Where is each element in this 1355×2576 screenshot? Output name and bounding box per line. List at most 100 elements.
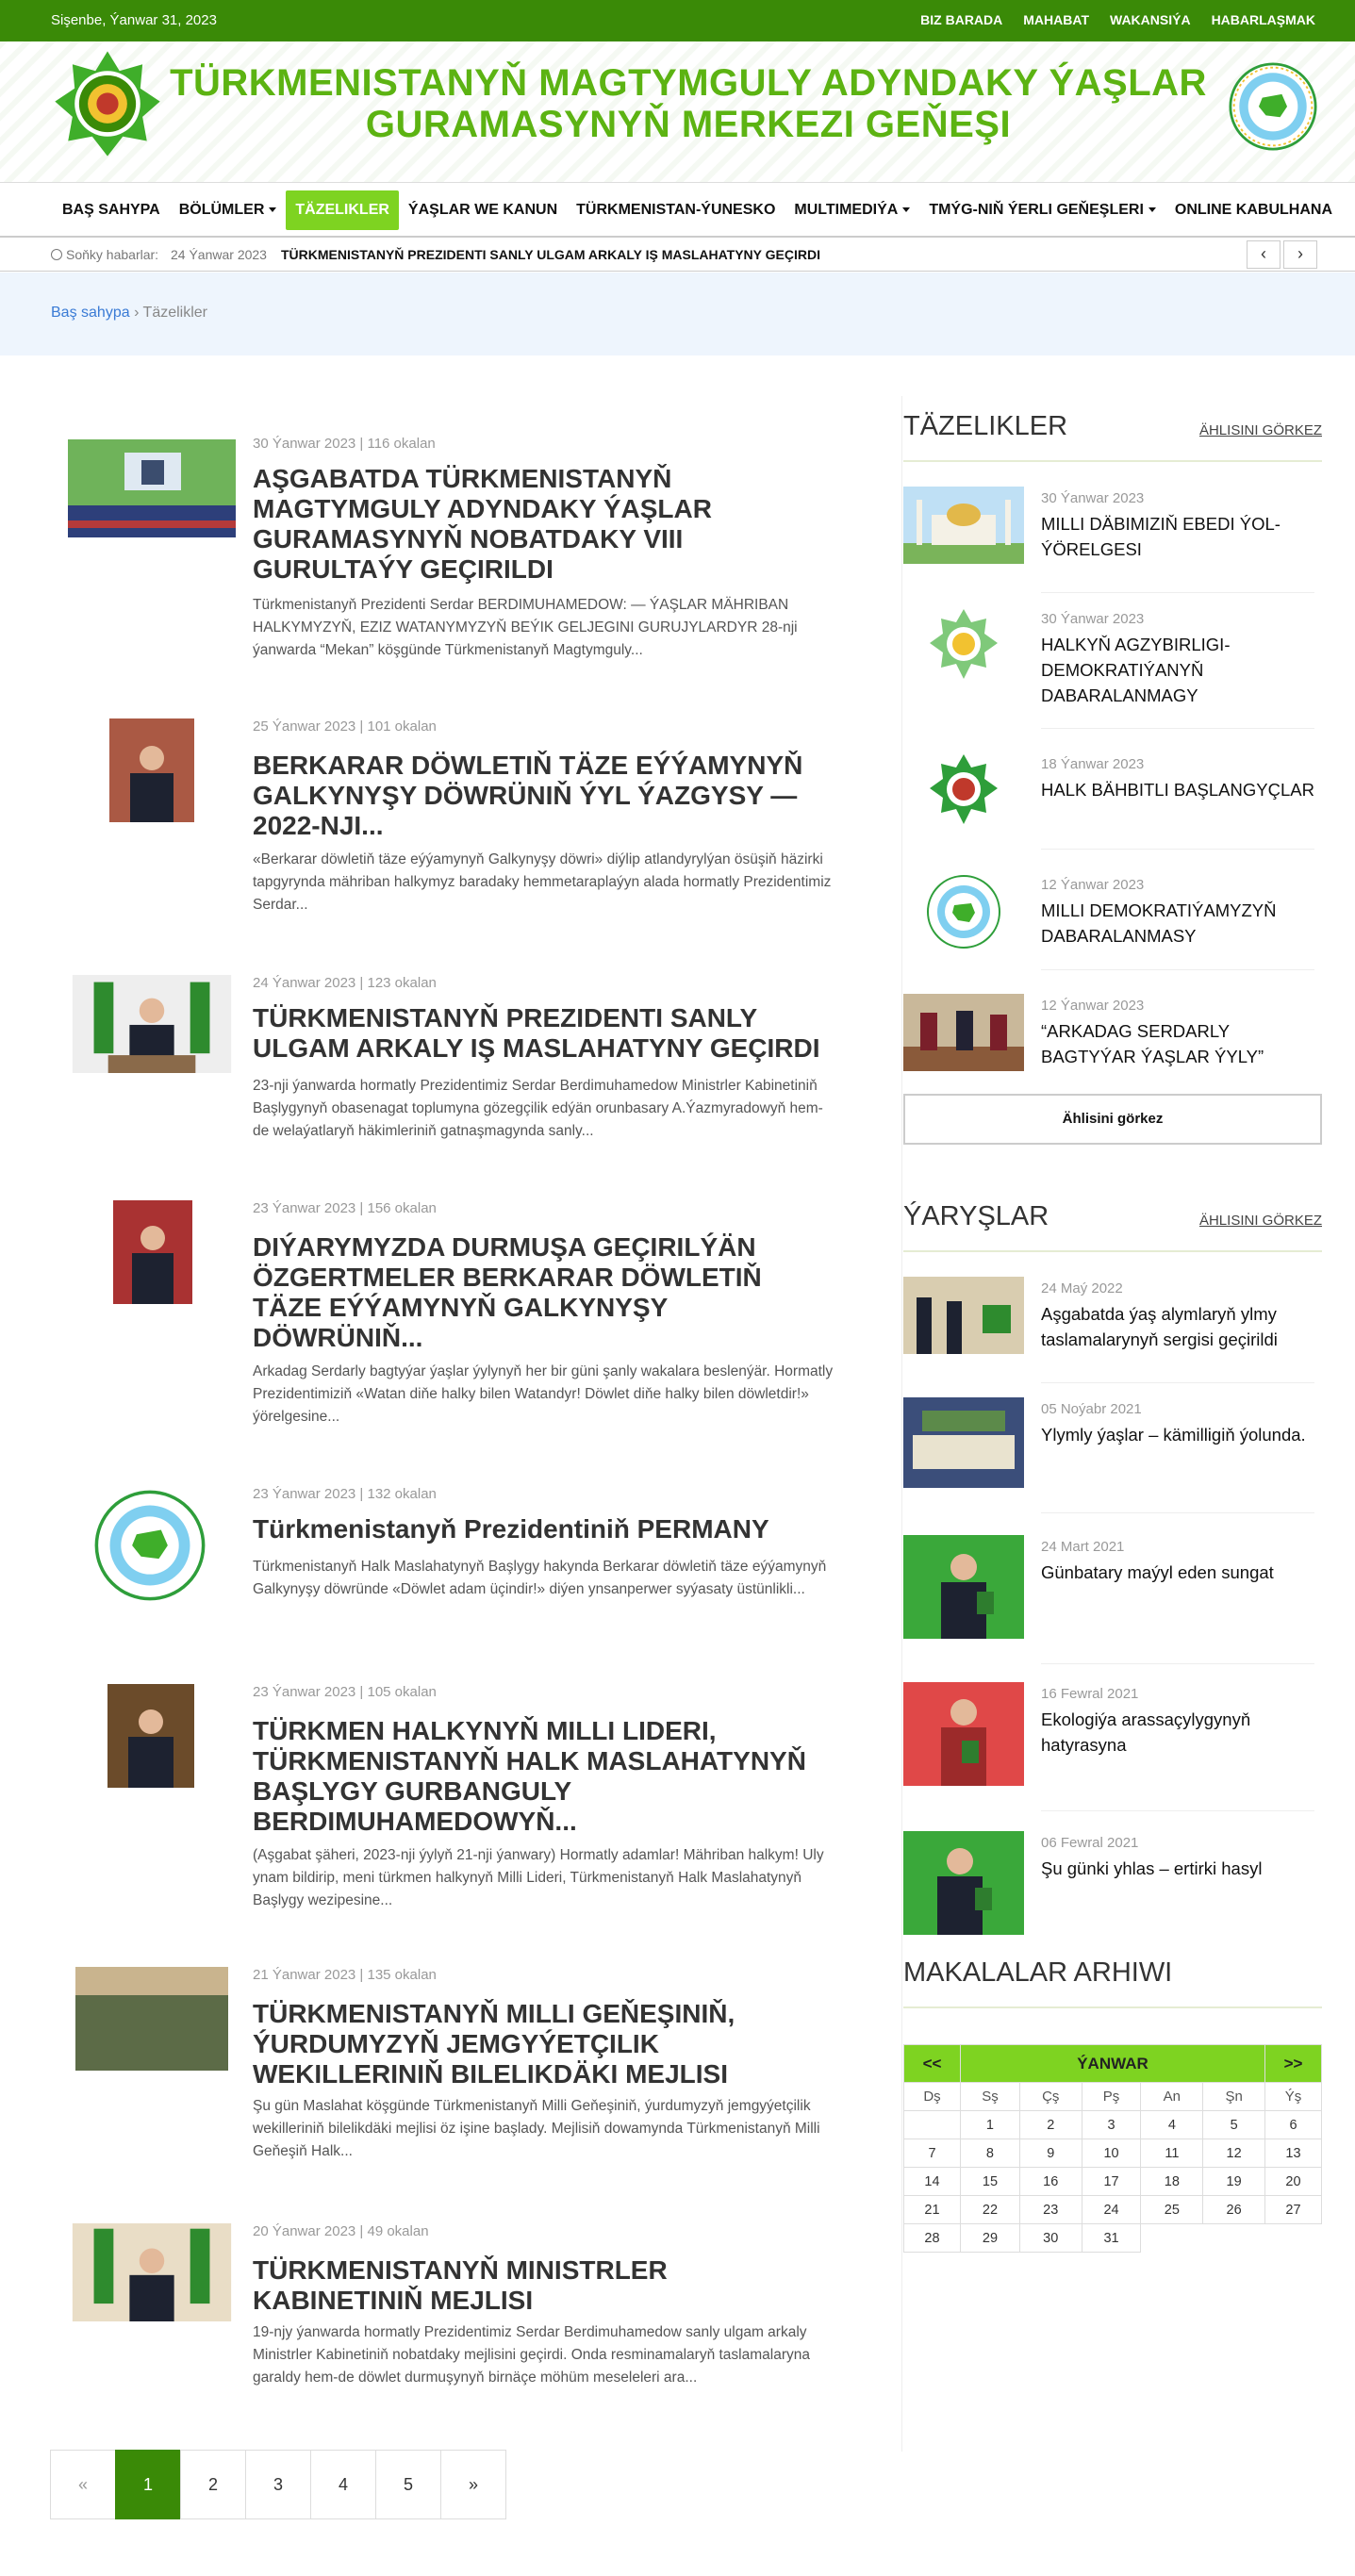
breadcrumb-home-link[interactable]: Baş sahypa — [51, 305, 130, 321]
article-thumbnail[interactable] — [107, 1684, 194, 1788]
pagination-page[interactable]: 5 — [375, 2450, 441, 2519]
star-emblem-icon[interactable] — [53, 49, 162, 158]
pagination: « 1 2 3 4 5 » — [50, 2450, 506, 2519]
contest-title[interactable]: Ylymly ýaşlar – kämilligiň ýolunda. — [1041, 1422, 1314, 1447]
calendar-day[interactable]: 17 — [1081, 2167, 1142, 2196]
pagination-page[interactable]: 4 — [310, 2450, 376, 2519]
round-seal-icon — [927, 875, 1000, 949]
site-title[interactable]: TÜRKMENISTANYŇ MAGTYMGULY ADYNDAKY ÝAŞLA… — [160, 62, 1216, 145]
news-title[interactable]: MILLI DEMOKRATIÝAMYZYŇ DABARALANMASY — [1041, 898, 1314, 949]
article-title[interactable]: AŞGABATDA TÜRKMENISTANYŇ MAGTYMGULY ADYN… — [253, 464, 837, 585]
top-link-vacancy[interactable]: WAKANSIÝA — [1110, 12, 1191, 27]
ticker-headline[interactable]: TÜRKMENISTANYŇ PREZIDENTI SANLY ULGAM AR… — [281, 247, 820, 262]
calendar-day[interactable]: 18 — [1140, 2167, 1204, 2196]
article-title[interactable]: TÜRKMENISTANYŇ MINISTRLER KABINETINIŇ ME… — [253, 2255, 837, 2316]
nav-item-sections[interactable]: BÖLÜMLER — [170, 190, 287, 230]
round-seal-icon[interactable] — [94, 1490, 206, 1601]
article-title[interactable]: DIÝARYMYZDA DURMUŞA GEÇIRILÝÄN ÖZGERTMEL… — [253, 1232, 837, 1353]
calendar-prev-month[interactable]: << — [903, 2044, 961, 2083]
nav-item-youth-law[interactable]: ÝAŞLAR WE KANUN — [399, 190, 567, 230]
breadcrumb-separator: › — [134, 305, 140, 321]
article-item: 20 Ýanwar 2023 | 49 okalan TÜRKMENISTANY… — [51, 2223, 843, 2412]
contest-title[interactable]: Günbatary maýyl eden sungat — [1041, 1560, 1314, 1585]
calendar-weekday: Dş — [903, 2082, 961, 2111]
calendar-day[interactable]: 23 — [1018, 2195, 1082, 2224]
calendar-day[interactable]: 1 — [960, 2110, 1020, 2139]
calendar-day[interactable]: 8 — [960, 2138, 1020, 2168]
pagination-prev[interactable]: « — [50, 2450, 116, 2519]
article-title[interactable]: BERKARAR DÖWLETIŇ TÄZE EÝÝAMYNYŇ GALKYNY… — [253, 751, 837, 841]
calendar-day[interactable]: 14 — [903, 2167, 961, 2196]
contest-title[interactable]: Ekologiýa arassaçylygynyň hatyrasyna — [1041, 1707, 1314, 1758]
view-all-button[interactable]: Ählisini görkez — [903, 1094, 1322, 1145]
contest-date: 06 Fewral 2021 — [1041, 1835, 1139, 1851]
calendar-day[interactable]: 15 — [960, 2167, 1020, 2196]
show-all-link[interactable]: ÄHLISINI GÖRKEZ — [1199, 1213, 1322, 1229]
pagination-page[interactable]: 2 — [180, 2450, 246, 2519]
article-thumbnail[interactable] — [75, 1967, 228, 2071]
calendar-day[interactable]: 21 — [903, 2195, 961, 2224]
ticker-prev-button[interactable]: ‹ — [1247, 240, 1281, 269]
calendar-day[interactable]: 20 — [1264, 2167, 1322, 2196]
nav-item-unesco[interactable]: TÜRKMENISTAN-ÝUNESKO — [567, 190, 785, 230]
news-title[interactable]: HALK BÄHBITLI BAŞLANGYÇLAR — [1041, 777, 1314, 802]
show-all-link[interactable]: ÄHLISINI GÖRKEZ — [1199, 422, 1322, 438]
calendar-day[interactable]: 3 — [1081, 2110, 1142, 2139]
news-title[interactable]: “ARKADAG SERDARLY BAGTYÝAR ÝAŞLAR ÝYLY” — [1041, 1018, 1314, 1069]
contest-title[interactable]: Şu günki yhlas – ertirki hasyl — [1041, 1856, 1314, 1881]
article-thumbnail[interactable] — [109, 718, 194, 822]
calendar-day[interactable]: 24 — [1081, 2195, 1142, 2224]
pagination-page[interactable]: 1 — [115, 2450, 181, 2519]
article-title[interactable]: TÜRKMENISTANYŇ MILLI GEŇEŞINIŇ, ÝURDUMYZ… — [253, 1999, 837, 2089]
ticker-next-button[interactable]: › — [1283, 240, 1317, 269]
pagination-page[interactable]: 3 — [245, 2450, 311, 2519]
calendar-day[interactable]: 26 — [1202, 2195, 1265, 2224]
calendar-day[interactable]: 7 — [903, 2138, 961, 2168]
news-title[interactable]: MILLI DÄBIMIZIŇ EBEDI ÝOL-ÝÖRELGESI — [1041, 511, 1314, 562]
calendar-day[interactable]: 30 — [1018, 2223, 1082, 2253]
nav-item-home[interactable]: BAŞ SAHYPA — [53, 190, 170, 230]
calendar-day[interactable]: 6 — [1264, 2110, 1322, 2139]
article-meta: 20 Ýanwar 2023 | 49 okalan — [253, 2223, 429, 2239]
top-link-mahabat[interactable]: MAHABAT — [1023, 12, 1089, 27]
calendar-day[interactable]: 12 — [1202, 2138, 1265, 2168]
calendar-day[interactable]: 19 — [1202, 2167, 1265, 2196]
article-thumbnail[interactable] — [68, 975, 236, 1073]
calendar-day[interactable]: 22 — [960, 2195, 1020, 2224]
contest-title[interactable]: Aşgabatda ýaş alymlaryň ylmy taslamalary… — [1041, 1301, 1314, 1352]
calendar-next-month[interactable]: >> — [1264, 2044, 1322, 2083]
article-title[interactable]: TÜRKMENISTANYŇ PREZIDENTI SANLY ULGAM AR… — [253, 1003, 837, 1064]
calendar-day[interactable]: 27 — [1264, 2195, 1322, 2224]
calendar-day[interactable]: 5 — [1202, 2110, 1265, 2139]
calendar-day[interactable]: 29 — [960, 2223, 1020, 2253]
calendar-day[interactable]: 2 — [1018, 2110, 1082, 2139]
sidebar-heading: TÄZELIKLER — [903, 411, 1068, 441]
calendar-day[interactable]: 10 — [1081, 2138, 1142, 2168]
article-thumbnail[interactable] — [113, 1200, 192, 1304]
calendar-day[interactable]: 13 — [1264, 2138, 1322, 2168]
calendar-day[interactable]: 31 — [1081, 2223, 1142, 2253]
top-link-contact[interactable]: HABARLAŞMAK — [1212, 12, 1315, 27]
article-thumbnail[interactable] — [68, 2223, 236, 2321]
calendar-day[interactable]: 9 — [1018, 2138, 1082, 2168]
calendar-day[interactable]: 16 — [1018, 2167, 1082, 2196]
calendar-day[interactable]: 11 — [1140, 2138, 1204, 2168]
calendar-day[interactable]: 4 — [1140, 2110, 1204, 2139]
nav-item-local-councils[interactable]: TMÝG-NIŇ ÝERLI GEŇEŞLERI — [919, 190, 1165, 230]
chevron-left-icon: ‹ — [1261, 244, 1266, 263]
article-title[interactable]: Türkmenistanyň Prezidentiniň PERMANY — [253, 1514, 837, 1544]
nav-item-online-reception[interactable]: ONLINE KABULHANA — [1165, 190, 1342, 230]
nav-item-news[interactable]: TÄZELIKLER — [286, 190, 399, 230]
calendar-day[interactable]: 28 — [903, 2223, 961, 2253]
nav-item-multimedia[interactable]: MULTIMEDIÝA — [785, 190, 919, 230]
article-thumbnail[interactable] — [68, 439, 236, 537]
calendar-day[interactable]: 25 — [1140, 2195, 1204, 2224]
pagination-next[interactable]: » — [440, 2450, 506, 2519]
top-link-about[interactable]: BIZ BARADA — [920, 12, 1002, 27]
round-seal-icon — [1229, 62, 1317, 151]
article-title[interactable]: TÜRKMEN HALKYNYŇ MILLI LIDERI, TÜRKMENIS… — [253, 1716, 837, 1837]
sidebar-archive-header: MAKALALAR ARHIWI — [903, 1942, 1322, 2008]
news-title[interactable]: HALKYŇ AGZYBIRLIGI-DEMOKRATIÝANYŇ DABARA… — [1041, 632, 1314, 708]
contest-thumbnail — [903, 1535, 1024, 1639]
item-separator — [1041, 1512, 1314, 1513]
